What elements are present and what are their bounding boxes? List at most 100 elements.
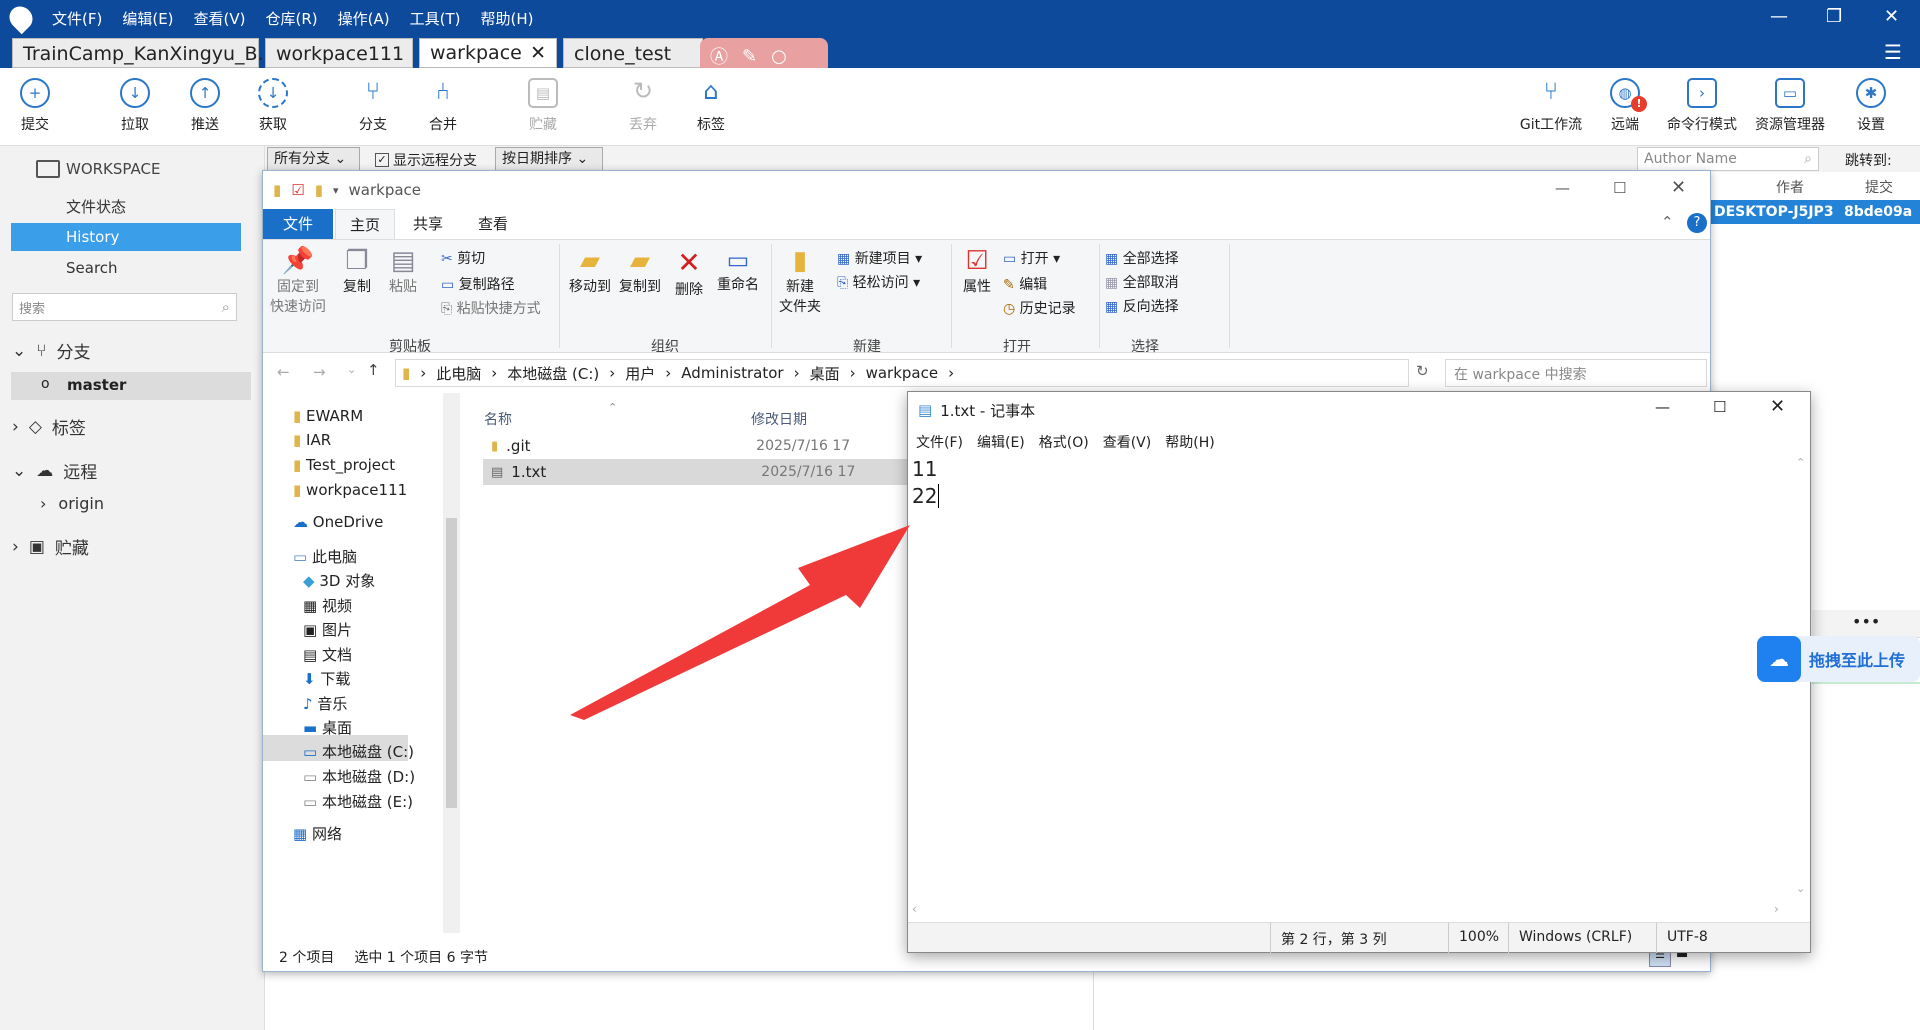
breadcrumb-administrator[interactable]: Administrator [681, 364, 783, 382]
sidebar-section-tags[interactable]: › ◇ 标签 [12, 414, 86, 440]
sidebar-section-branches[interactable]: ⌄ ⑂ 分支 [12, 338, 90, 364]
menu-tools[interactable]: 工具(T) [410, 8, 461, 29]
invert-selection-button[interactable]: ▦ 反向选择 [1105, 296, 1179, 316]
remote-button[interactable]: ◍ 远端 [1590, 78, 1660, 134]
push-button[interactable]: ↑ 推送 [170, 78, 240, 134]
properties-button[interactable]: ☑ 属性 [957, 246, 997, 296]
tag-button[interactable]: ⌂ 标签 [676, 78, 746, 134]
pull-button[interactable]: ↓ 拉取 [100, 78, 170, 134]
scroll-right-icon[interactable]: › [1774, 902, 1779, 916]
copy-button[interactable]: ❐ 复制 [337, 246, 377, 296]
recent-locations-icon[interactable]: ⌄ [347, 363, 356, 376]
maximize-icon[interactable]: ☐ [1613, 179, 1626, 197]
author-filter-input[interactable]: Author Name ⌕ [1637, 147, 1819, 171]
notepad-menu-file[interactable]: 文件(F) [916, 432, 963, 452]
breadcrumb[interactable]: ▮ › 此电脑 › 本地磁盘 (C:) › 用户 › Administrator › 桌面… [395, 359, 1409, 387]
settings-button[interactable]: ✱ 设置 [1836, 78, 1906, 134]
sidebar-section-remote[interactable]: ⌄ ☁ 远程 [12, 458, 97, 484]
cut-button[interactable]: ✂ 剪切 [441, 248, 485, 268]
sidebar-item-search[interactable]: Search [66, 259, 118, 277]
forward-icon[interactable]: → [313, 363, 326, 381]
sidebar-item-file-status[interactable]: 文件状态 [66, 196, 126, 217]
new-item-button[interactable]: ▦ 新建项目 ▾ [837, 248, 922, 268]
fetch-button[interactable]: ↓ 获取 [238, 78, 308, 134]
close-icon[interactable]: ✕ [1671, 177, 1686, 198]
menu-view[interactable]: 查看(V) [194, 8, 246, 29]
nav-item-this-pc[interactable]: ▭ 此电脑 [293, 546, 357, 567]
minimize-icon[interactable]: — [1770, 6, 1788, 27]
ai-icon[interactable]: Ⓐ [710, 43, 728, 69]
explorer-button[interactable]: ▭ 资源管理器 [1750, 78, 1830, 134]
explorer-search-input[interactable]: 在 warkpace 中搜索 [1445, 359, 1707, 387]
breadcrumb-this-pc[interactable]: 此电脑 [436, 363, 481, 384]
select-none-button[interactable]: ▦ 全部取消 [1105, 272, 1179, 292]
file-row-git[interactable]: ▮ .git 2025/7/16 17 [483, 433, 953, 459]
nav-scrollbar[interactable] [443, 393, 460, 933]
nav-item-drive-c[interactable]: ▭ 本地磁盘 (C:) [303, 741, 414, 762]
new-folder-icon[interactable]: ▮ [315, 181, 323, 199]
hamburger-menu-icon[interactable]: ☰ [1884, 40, 1902, 64]
nav-item-documents[interactable]: ▤ 文档 [303, 644, 352, 665]
paste-shortcut-button[interactable]: ⎘ 粘贴快捷方式 [441, 298, 541, 318]
maximize-icon[interactable]: ❐ [1826, 6, 1842, 27]
breadcrumb-users[interactable]: 用户 [625, 363, 655, 384]
pin-quick-access-button[interactable]: 📌 固定到 快速访问 [269, 246, 327, 316]
move-to-button[interactable]: ▰ 移动到 [567, 246, 613, 296]
branch-filter-select[interactable]: 所有分支 ⌄ [267, 147, 360, 171]
nav-item-pictures[interactable]: ▣ 图片 [303, 619, 352, 640]
delete-button[interactable]: ✕ 删除 [671, 246, 707, 299]
properties-icon[interactable]: ☑ [291, 181, 304, 199]
new-folder-button[interactable]: ▮ 新建 文件夹 [777, 246, 823, 316]
nav-scrollbar-thumb[interactable] [446, 518, 457, 808]
nav-item-ewarm[interactable]: ▮ EWARM [293, 407, 363, 425]
breadcrumb-drive-c[interactable]: 本地磁盘 (C:) [507, 363, 599, 384]
discard-button[interactable]: ↻ 丢弃 [608, 78, 678, 134]
nav-item-workpace111[interactable]: ▮ workpace111 [293, 481, 407, 499]
nav-item-test-project[interactable]: ▮ Test_project [293, 456, 395, 474]
notepad-menu-help[interactable]: 帮助(H) [1165, 432, 1214, 452]
notepad-horizontal-scrollbar[interactable]: ‹ › [908, 902, 1792, 920]
select-all-button[interactable]: ▦ 全部选择 [1105, 248, 1179, 268]
minimize-icon[interactable]: — [1555, 179, 1570, 197]
menu-actions[interactable]: 操作(A) [338, 8, 390, 29]
nav-item-iar[interactable]: ▮ IAR [293, 431, 331, 449]
sort-select[interactable]: 按日期排序 ⌄ [495, 147, 603, 171]
customize-qat-icon[interactable]: ▾ [333, 184, 339, 197]
sidebar-item-history[interactable]: History [11, 223, 241, 251]
ribbon-tab-file[interactable]: 文件 [263, 209, 334, 239]
copy-path-button[interactable]: ▭ 复制路径 [441, 274, 515, 294]
nav-item-downloads[interactable]: ⬇ 下载 [303, 668, 350, 689]
commit-column-header[interactable]: 提交 [1865, 177, 1893, 197]
stash-button[interactable]: ▤ 贮藏 [508, 78, 578, 134]
sidebar-section-stash[interactable]: › ▣ 贮藏 [12, 534, 89, 560]
tab-traincamp[interactable]: TrainCamp_KanXingyu_B... [12, 38, 276, 68]
refresh-icon[interactable]: ↻ [1416, 362, 1429, 380]
history-button[interactable]: ◷ 历史记录 [1003, 298, 1076, 318]
close-icon[interactable]: ✕ [530, 38, 546, 68]
nav-item-videos[interactable]: ▦ 视频 [303, 595, 352, 616]
close-icon[interactable]: ✕ [1770, 396, 1785, 417]
ribbon-tab-view[interactable]: 查看 [464, 209, 522, 239]
breadcrumb-desktop[interactable]: 桌面 [810, 363, 840, 384]
git-flow-button[interactable]: ⑂ Git工作流 [1515, 78, 1587, 134]
commit-button[interactable]: + 提交 [0, 78, 70, 134]
sidebar-search-input[interactable]: 搜索 ⌕ [12, 293, 237, 321]
ribbon-tab-share[interactable]: 共享 [399, 209, 457, 239]
upload-drop-widget[interactable]: ☁ 拖拽至此上传 [1757, 636, 1920, 682]
menu-file[interactable]: 文件(F) [52, 8, 102, 29]
notepad-menu-view[interactable]: 查看(V) [1103, 432, 1152, 452]
nav-item-network[interactable]: ▦ 网络 [293, 823, 342, 844]
file-row-1txt[interactable]: ▤ 1.txt 2025/7/16 17 [483, 459, 953, 485]
up-icon[interactable]: ↑ [367, 361, 380, 379]
menu-help[interactable]: 帮助(H) [480, 8, 533, 29]
nav-item-3d-objects[interactable]: ◆ 3D 对象 [303, 570, 375, 591]
column-header-modified[interactable]: 修改日期 [751, 409, 807, 429]
menu-edit[interactable]: 编辑(E) [122, 8, 173, 29]
notepad-text-area[interactable]: 11 22 [908, 456, 1792, 902]
scroll-down-icon[interactable]: ⌄ [1796, 882, 1805, 895]
notepad-menu-format[interactable]: 格式(O) [1039, 432, 1089, 452]
edit-button[interactable]: ✎ 编辑 [1003, 274, 1047, 294]
nav-item-onedrive[interactable]: ☁ OneDrive [293, 513, 383, 531]
menu-repo[interactable]: 仓库(R) [266, 8, 318, 29]
remote-item-origin[interactable]: › origin [40, 494, 104, 513]
